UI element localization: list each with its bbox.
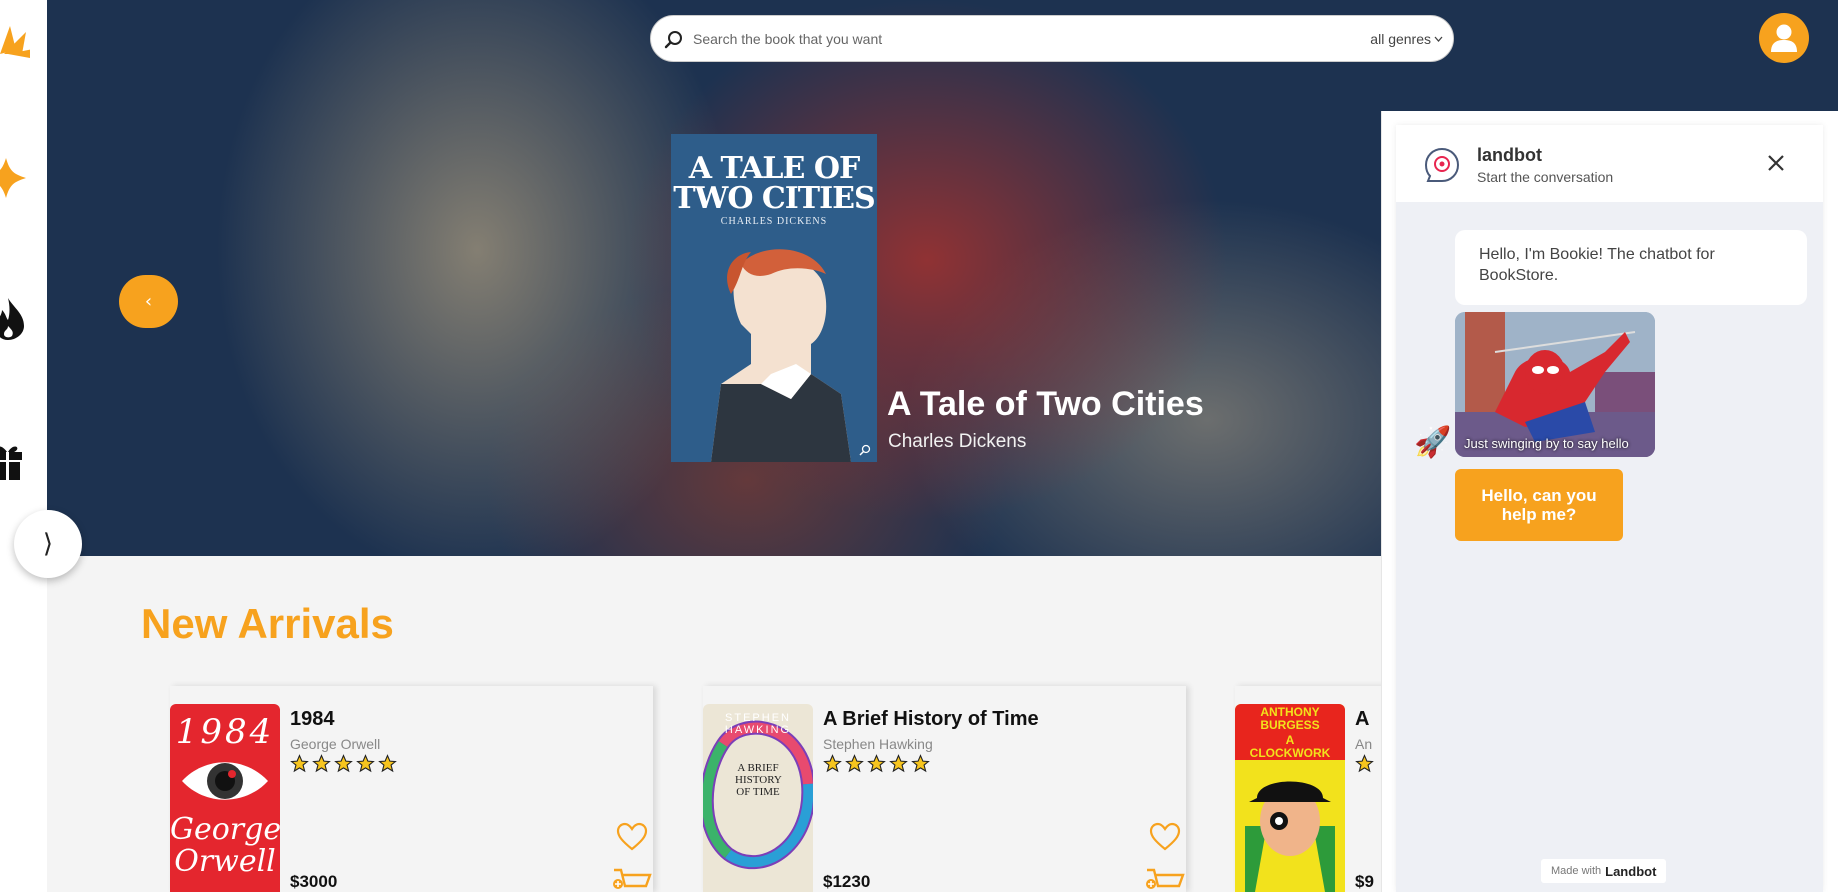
chatbot-name: landbot [1477, 145, 1542, 165]
search-bar: all genres [650, 15, 1454, 62]
gif-caption: Just swinging by to say hello [1464, 436, 1629, 451]
star-icon [290, 754, 309, 773]
hero-book-author: Charles Dickens [888, 431, 1027, 452]
close-icon[interactable] [1766, 153, 1786, 173]
book-price: $3000 [290, 872, 338, 891]
sidebar-expand-button[interactable]: ⟩ [14, 510, 82, 578]
fire-icon[interactable] [0, 296, 30, 340]
add-to-cart-icon[interactable] [612, 866, 652, 892]
book-cover[interactable]: 1984 George Orwell [170, 704, 280, 892]
star-rating [1355, 754, 1374, 773]
genre-select-value: all genres [1370, 30, 1431, 47]
landbot-brand: Landbot [1605, 863, 1657, 879]
cover-author-last: Orwell [174, 844, 276, 879]
search-icon [663, 28, 685, 50]
book-author: George Orwell [290, 736, 381, 752]
carousel-prev-button[interactable]: ‹ [119, 275, 178, 328]
book-card[interactable]: STEPHEN HAWKING A BRIEF HISTORY OF TIME … [703, 686, 1186, 892]
star-icon[interactable] [0, 156, 30, 200]
book-price: $9 [1355, 872, 1374, 891]
cover-art [1245, 781, 1335, 892]
cover-author-first: George [170, 812, 280, 847]
star-rating [823, 754, 930, 773]
star-icon [823, 754, 842, 773]
hero-cover-title: A TALE OF TWO CITIES [673, 151, 875, 216]
star-icon [889, 754, 908, 773]
rocket-icon: 🚀 [1414, 425, 1452, 460]
cover-title: A BRIEF HISTORY OF TIME [735, 762, 782, 798]
star-icon [378, 754, 397, 773]
star-icon [845, 754, 864, 773]
book-cover[interactable]: ANTHONY BURGESS A CLOCKWORK ORANGE [1235, 704, 1345, 892]
star-icon [867, 754, 886, 773]
gift-icon[interactable] [0, 440, 30, 484]
chevron-left-icon: ‹ [144, 291, 153, 312]
made-with-landbot[interactable]: Made with Landbot [1541, 859, 1667, 883]
star-icon [312, 754, 331, 773]
chatbot-subtitle: Start the conversation [1477, 169, 1614, 185]
user-profile-button[interactable] [1759, 13, 1809, 63]
bot-gif: Just swinging by to say hello [1455, 312, 1655, 457]
eye-icon [182, 762, 268, 800]
chatbot-header: landbot Start the conversation [1396, 125, 1823, 202]
bot-message: Hello, I'm Bookie! The chatbot for BookS… [1455, 230, 1807, 305]
book-author: Stephen Hawking [823, 736, 933, 752]
book-title[interactable]: 1984 [290, 708, 335, 731]
chevron-down-icon [1434, 36, 1443, 42]
sidebar [0, 0, 47, 892]
reply-option-button[interactable]: Hello, can you help me? [1455, 469, 1623, 541]
search-input[interactable] [693, 30, 1371, 47]
star-icon [911, 754, 930, 773]
chatbot-window: landbot Start the conversation Hello, I'… [1396, 125, 1823, 892]
star-icon [1355, 754, 1374, 773]
book-cover[interactable]: STEPHEN HAWKING A BRIEF HISTORY OF TIME [703, 704, 813, 892]
chatbot-panel: landbot Start the conversation Hello, I'… [1381, 111, 1838, 892]
heart-icon[interactable] [616, 822, 648, 852]
user-icon [1771, 24, 1797, 52]
heart-icon[interactable] [1149, 822, 1181, 852]
made-with-label: Made with [1551, 865, 1602, 877]
cover-author: STEPHEN HAWKING [724, 712, 792, 736]
book-title[interactable]: A [1355, 708, 1369, 731]
book-title[interactable]: A Brief History of Time [823, 708, 1039, 731]
cover-author: ANTHONY BURGESS [1260, 705, 1320, 732]
zoom-icon[interactable] [859, 444, 871, 456]
book-author: An [1355, 736, 1373, 752]
star-icon [334, 754, 353, 773]
section-title: New Arrivals [141, 600, 394, 647]
logo-icon[interactable] [0, 16, 30, 60]
chevron-right-icon: ⟩ [42, 529, 54, 559]
cover-illustration [711, 249, 851, 462]
star-rating [290, 754, 397, 773]
hero-book-title[interactable]: A Tale of Two Cities [887, 385, 1204, 424]
hero-book-cover[interactable]: A TALE OF TWO CITIES CHARLES DICKENS [671, 134, 877, 462]
book-price: $1230 [823, 872, 871, 891]
genre-select[interactable]: all genres [1370, 31, 1443, 47]
add-to-cart-icon[interactable] [1145, 866, 1185, 892]
cover-title: 1984 [175, 712, 275, 752]
star-icon [356, 754, 375, 773]
hero-cover-author: CHARLES DICKENS [720, 216, 828, 227]
book-card[interactable]: 1984 George Orwell 1984 George Orwell $3… [170, 686, 653, 892]
landbot-logo-icon [1424, 147, 1460, 182]
